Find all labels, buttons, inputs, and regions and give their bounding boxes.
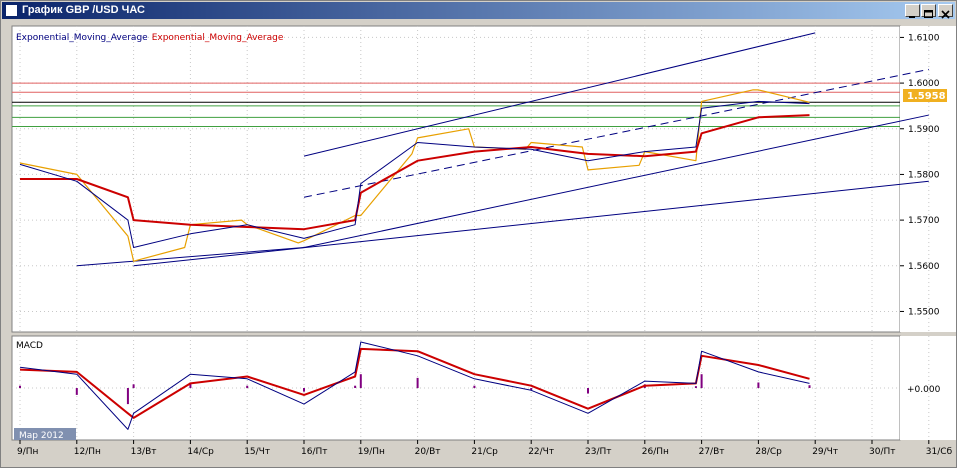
macd-label: MACD	[16, 341, 43, 351]
x-tick-label: 21/Ср	[471, 447, 498, 457]
ema-label-blue: Exponential_Moving_Average	[16, 33, 148, 43]
x-tick-label: 28/Ср	[755, 447, 782, 457]
x-axis-ticks: 9/Пн 12/Пн 13/Вт 14/Ср 15/Чт 16/Пт 19/Пн 20/Вт 2…	[17, 440, 953, 457]
y-tick-label: 1.5900	[908, 125, 940, 135]
y-tick-label: 1.5700	[908, 216, 940, 226]
date-badge: Мар 2012	[14, 428, 76, 441]
y-tick-label: 1.5500	[908, 307, 940, 317]
date-badge-label: Мар 2012	[19, 431, 64, 441]
x-tick-label: 14/Ср	[187, 447, 214, 457]
x-tick-label: 15/Чт	[244, 447, 270, 457]
x-tick-label: 29/Чт	[812, 447, 838, 457]
current-price-label: 1.5958	[907, 91, 946, 102]
x-tick-label: 20/Вт	[415, 447, 441, 457]
x-tick-label: 26/Пн	[642, 447, 669, 457]
y-tick-label: 1.5600	[908, 262, 940, 272]
x-tick-label: 12/Пн	[74, 447, 101, 457]
x-tick-label: 27/Вт	[699, 447, 725, 457]
x-tick-label: 31/Сб	[926, 447, 953, 457]
price-panel[interactable]	[11, 25, 901, 333]
y-tick-label: 1.5800	[908, 170, 940, 180]
x-tick-label: 23/Пт	[585, 447, 612, 457]
x-tick-label: 16/Пт	[301, 447, 328, 457]
ema-label-red: Exponential_Moving_Average	[152, 33, 284, 43]
macd-zero-label: +0.000	[907, 385, 941, 395]
y-tick-label: 1.6100	[908, 33, 940, 43]
x-tick-label: 9/Пн	[17, 447, 39, 457]
y-tick-label: 1.6000	[908, 79, 940, 89]
current-price-tag: 1.5958	[903, 89, 947, 102]
x-tick-label: 13/Вт	[131, 447, 157, 457]
x-tick-label: 19/Пн	[358, 447, 385, 457]
chart-canvas[interactable]: 1.6100 1.6000 1.5900 1.5800 1.5700 1.5600 1.55…	[0, 0, 957, 468]
x-tick-label: 22/Чт	[528, 447, 554, 457]
x-tick-label: 30/Пт	[869, 447, 896, 457]
